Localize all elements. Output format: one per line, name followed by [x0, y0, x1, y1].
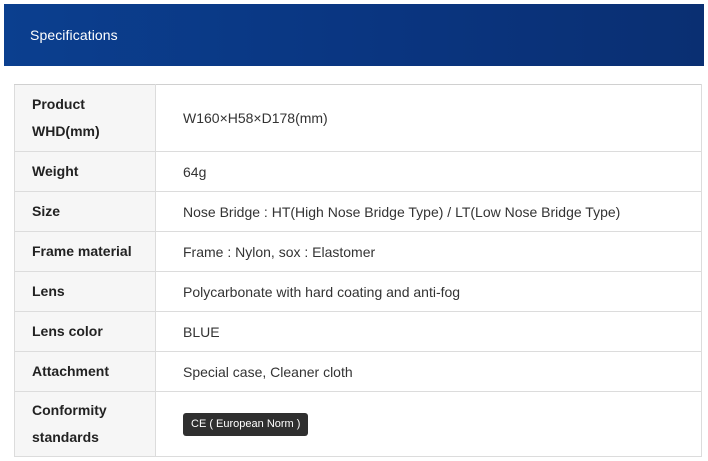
table-row: Attachment Special case, Cleaner cloth — [14, 351, 702, 392]
table-row: Weight 64g — [14, 151, 702, 192]
spec-label: Frame material — [14, 231, 156, 272]
table-row: Frame material Frame : Nylon, sox : Elas… — [14, 231, 702, 272]
spec-value: Nose Bridge : HT(High Nose Bridge Type) … — [155, 191, 702, 232]
spec-label: Product WHD(mm) — [14, 84, 156, 152]
spec-value: BLUE — [155, 311, 702, 352]
table-row: Lens color BLUE — [14, 311, 702, 352]
spec-value: Frame : Nylon, sox : Elastomer — [155, 231, 702, 272]
spec-value: Special case, Cleaner cloth — [155, 351, 702, 392]
specifications-header: Specifications — [4, 4, 704, 66]
ce-standard-badge: CE ( European Norm ) — [183, 412, 309, 436]
spec-label: Size — [14, 191, 156, 232]
table-row: Conformity standards CE ( European Norm … — [14, 391, 702, 457]
section-title: Specifications — [30, 27, 118, 43]
specifications-table: Product WHD(mm) W160×H58×D178(mm) Weight… — [14, 84, 702, 457]
spec-label: Lens color — [14, 311, 156, 352]
spec-label: Weight — [14, 151, 156, 192]
spec-value: Polycarbonate with hard coating and anti… — [155, 271, 702, 312]
table-row: Size Nose Bridge : HT(High Nose Bridge T… — [14, 191, 702, 232]
spec-value: 64g — [155, 151, 702, 192]
spec-label: Conformity standards — [14, 391, 156, 457]
table-row: Lens Polycarbonate with hard coating and… — [14, 271, 702, 312]
spec-value: CE ( European Norm ) — [155, 391, 702, 457]
spec-label: Attachment — [14, 351, 156, 392]
table-row: Product WHD(mm) W160×H58×D178(mm) — [14, 84, 702, 152]
spec-label: Lens — [14, 271, 156, 312]
spec-value: W160×H58×D178(mm) — [155, 84, 702, 152]
